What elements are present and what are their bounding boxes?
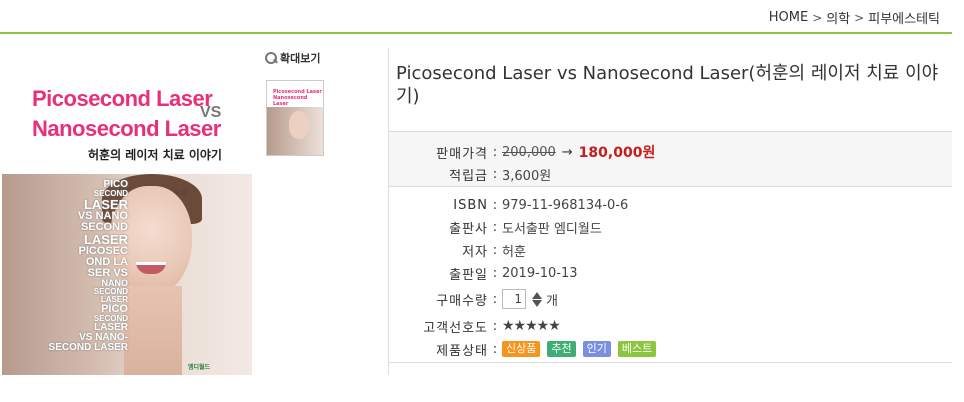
colon: : [492, 291, 498, 307]
breadcrumb: HOME > 의학 > 피부에스테틱 [769, 8, 940, 27]
isbn-label: ISBN [453, 197, 488, 213]
cover-word: SECOND LASER [48, 342, 128, 353]
colon: : [492, 318, 498, 334]
zoom-label: 확대보기 [280, 52, 321, 65]
points-value: 3,600원 [502, 168, 552, 184]
thumbnail-title-line2: Nanosecond Laser [273, 95, 308, 107]
product-title: Picosecond Laser vs Nanosecond Laser(허훈의… [396, 63, 939, 107]
breadcrumb-separator: > [812, 10, 823, 25]
bottom-divider [389, 362, 952, 363]
colon: : [492, 341, 498, 357]
thumbnail-face [289, 111, 309, 139]
author-row: 저자 : 허훈 [396, 240, 526, 260]
cover-title-line1: Picosecond Laser [32, 86, 213, 111]
arrow-icon: → [561, 144, 573, 160]
magnifier-icon [264, 51, 278, 65]
quantity-up-icon[interactable] [532, 291, 542, 299]
colon: : [492, 166, 498, 182]
price-row: 판매가격 : 200,000 → 180,000원 [396, 142, 655, 162]
points-label: 적립금 [449, 168, 488, 184]
status-badges: 신상품 추천 인기 베스트 [502, 341, 659, 357]
cover-photo: PICO SECOND LASER VS NANO SECOND LASER P… [2, 174, 252, 375]
breadcrumb-separator: > [854, 10, 865, 25]
badge-recommended: 추천 [547, 341, 576, 357]
cover-publisher: 엠디월드 [188, 364, 211, 371]
colon: : [492, 265, 498, 281]
colon: : [492, 242, 498, 258]
cover-subtitle: 허훈의 레이저 치료 이야기 [88, 148, 222, 162]
colon: : [492, 197, 498, 213]
rating-stars-icon: ★★★★★ [502, 318, 561, 334]
quantity-row: 구매수량 : 1 개 [396, 289, 558, 309]
badge-new: 신상품 [502, 341, 541, 357]
sale-price: 180,000원 [578, 145, 656, 161]
rating-row: 고객선호도 : ★★★★★ [396, 316, 561, 336]
price-label: 판매가격 [436, 146, 488, 162]
cover-author: 허 훈 [174, 190, 187, 197]
publisher-value: 도서출판 엠디월드 [502, 221, 602, 237]
breadcrumb-category[interactable]: 의학 [826, 8, 850, 27]
cover-neck [124, 286, 182, 375]
quantity-input[interactable]: 1 [502, 289, 526, 309]
cover-word-stack: PICO SECOND LASER VS NANO SECOND LASER P… [49, 180, 128, 353]
badge-best: 베스트 [617, 341, 657, 357]
publisher-label: 출판사 [449, 221, 488, 237]
author-label: 저자 [462, 244, 488, 260]
date-row: 출판일 : 2019-10-13 [396, 263, 578, 283]
badge-popular: 인기 [582, 341, 611, 357]
publisher-row: 출판사 : 도서출판 엠디월드 [396, 217, 602, 237]
zoom-button[interactable]: 확대보기 [264, 50, 320, 66]
breadcrumb-subcategory[interactable]: 피부에스테틱 [868, 8, 940, 27]
quantity-down-icon[interactable] [532, 299, 542, 307]
status-label: 제품상태 [436, 343, 488, 359]
points-row: 적립금 : 3,600원 [396, 164, 551, 184]
thumbnail-title: Picosecond Laser Nanosecond Laser [273, 89, 323, 107]
quantity-stepper [532, 291, 542, 307]
date-label: 출판일 [449, 267, 488, 283]
author-value: 허훈 [502, 244, 526, 260]
column-divider [388, 48, 389, 375]
breadcrumb-home[interactable]: HOME [769, 10, 808, 25]
original-price: 200,000 [502, 144, 556, 160]
cover-title-line2: Nanosecond Laser [32, 116, 221, 141]
header-divider [0, 32, 952, 34]
rating-label: 고객선호도 [423, 320, 488, 336]
status-row: 제품상태 : 신상품 추천 인기 베스트 [396, 339, 659, 359]
colon: : [492, 144, 498, 160]
quantity-unit: 개 [546, 293, 558, 309]
date-value: 2019-10-13 [502, 265, 578, 281]
quantity-label: 구매수량 [436, 293, 488, 309]
colon: : [492, 219, 498, 235]
isbn-row: ISBN : 979-11-968134-0-6 [396, 195, 628, 215]
book-cover-image: Picosecond Laser VS Nanosecond Laser 허훈의… [2, 48, 252, 375]
isbn-value: 979-11-968134-0-6 [502, 197, 629, 213]
cover-thumbnail[interactable]: Picosecond Laser Nanosecond Laser [266, 80, 324, 156]
